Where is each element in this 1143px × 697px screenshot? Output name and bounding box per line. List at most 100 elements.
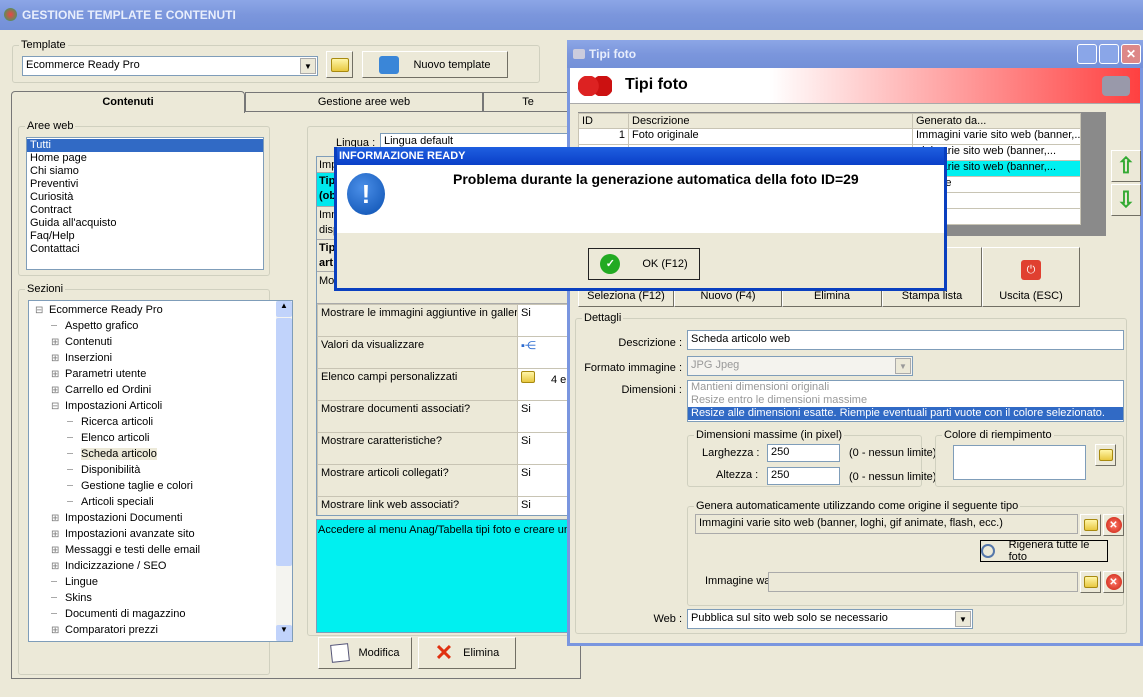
larghezza-input[interactable]: 250	[767, 444, 840, 462]
modifica-button[interactable]: Modifica	[318, 637, 412, 669]
column-header[interactable]: Generato da...	[912, 113, 1081, 129]
tab-gestione-aree-web[interactable]: Gestione aree web	[245, 92, 483, 112]
tree-node[interactable]: ┄ Gestione taglie e colori	[29, 478, 292, 494]
tree-node[interactable]: ⊞ Contenuti	[29, 334, 292, 350]
web-select[interactable]: Pubblica sul sito web solo se necessario…	[687, 609, 973, 629]
aree-web-item[interactable]: Chi siamo	[27, 165, 263, 178]
grid-row[interactable]: Mostrare link web associati? Si	[317, 496, 571, 515]
watermark-field[interactable]	[768, 572, 1078, 592]
tree-node[interactable]: ⊞ Inserzioni	[29, 350, 292, 366]
tipi-foto-heading: Tipi foto	[625, 76, 688, 93]
tree-node[interactable]: ┄ Disponibilità	[29, 462, 292, 478]
expand-icon[interactable]: ⊞	[51, 543, 65, 559]
template-select[interactable]: Ecommerce Ready Pro ▼	[22, 56, 318, 76]
grid-row[interactable]: Mostrare documenti associati? Si	[317, 400, 571, 433]
watermark-folder-button[interactable]	[1080, 571, 1101, 593]
tree-node[interactable]: ┄ Aspetto grafico	[29, 318, 292, 334]
open-template-button[interactable]	[326, 51, 353, 78]
tree-node[interactable]: ┄ Documenti di magazzino	[29, 606, 292, 622]
tree-node[interactable]: ┄ Elenco articoli	[29, 430, 292, 446]
aree-web-item[interactable]: Faq/Help	[27, 230, 263, 243]
expand-icon[interactable]: ⊞	[51, 623, 65, 639]
descrizione-input[interactable]: Scheda articolo web	[687, 330, 1124, 350]
new-template-button[interactable]: Nuovo template	[362, 51, 508, 78]
scroll-thumb[interactable]	[276, 318, 292, 566]
move-down-button[interactable]: ⇩	[1111, 184, 1141, 216]
tree-node[interactable]: ⊟ Ecommerce Ready Pro	[29, 302, 292, 318]
grid-value[interactable]: Si	[517, 432, 571, 465]
tree-node[interactable]: ┄ Scheda articolo	[29, 446, 292, 462]
scroll-down-icon[interactable]: ▼	[276, 625, 292, 641]
aree-web-list[interactable]: Tutti Home page Chi siamo Preventivi Curiosi…	[26, 137, 264, 270]
tab-contenuti[interactable]: Contenuti	[11, 91, 245, 113]
tipi-row[interactable]: 1 Foto originale Immagini varie sito web (…	[578, 128, 1081, 145]
grid-value[interactable]: Si	[517, 464, 571, 497]
tree-node[interactable]: ┄ Skins	[29, 590, 292, 606]
tree-node[interactable]: ┄ Articoli speciali	[29, 494, 292, 510]
tree-node[interactable]: ⊞ Impostazioni avanzate sito	[29, 526, 292, 542]
aree-web-item[interactable]: Contract	[27, 204, 263, 217]
column-header[interactable]: Descrizione	[628, 113, 913, 129]
collapse-icon[interactable]: ⊟	[35, 303, 49, 319]
sezioni-tree[interactable]: ⊟ Ecommerce Ready Pro ┄ Aspetto grafico ⊞ Con…	[28, 300, 293, 642]
aree-web-item[interactable]: Curiosità	[27, 191, 263, 204]
ok-button[interactable]: ✓ OK (F12)	[588, 248, 700, 280]
tab-other[interactable]: Te	[483, 92, 573, 112]
grid-value[interactable]: Si	[517, 304, 571, 337]
tree-node[interactable]: ⊞ Impostazioni Documenti	[29, 510, 292, 526]
grid-value[interactable]: Si	[517, 496, 571, 515]
close-button[interactable]: ✕	[1121, 44, 1141, 64]
tree-node[interactable]: ┄ Lingue	[29, 574, 292, 590]
dimensioni-option[interactable]: Mantieni dimensioni originali	[688, 381, 1123, 394]
colore-box[interactable]	[953, 445, 1086, 480]
expand-icon[interactable]: ⊞	[51, 351, 65, 367]
tree-node[interactable]: ⊞ Comparatori prezzi	[29, 622, 292, 638]
grid-value[interactable]: ▪⋲	[517, 336, 571, 369]
expand-icon[interactable]: ⊞	[51, 335, 65, 351]
rigenera-button[interactable]: Rigenera tutte le foto	[980, 539, 1108, 563]
grid-row[interactable]: Mostrare articoli collegati? Si	[317, 464, 571, 497]
tree-node[interactable]: ⊞ Messaggi e testi delle email	[29, 542, 292, 558]
expand-icon[interactable]: ⊞	[51, 527, 65, 543]
expand-icon[interactable]: ⊞	[51, 559, 65, 575]
aree-web-item[interactable]: Tutti	[27, 139, 263, 152]
collapse-icon[interactable]: ⊟	[51, 399, 65, 415]
genera-folder-button[interactable]	[1080, 514, 1101, 536]
move-up-button[interactable]: ⇧	[1111, 150, 1141, 182]
formato-select[interactable]: JPG Jpeg ▼	[687, 356, 913, 376]
minimize-button[interactable]	[1077, 44, 1097, 64]
tree-node[interactable]: ┄ Ricerca articoli	[29, 414, 292, 430]
watermark-clear-button[interactable]: ✕	[1103, 571, 1124, 593]
expand-icon[interactable]: ⊞	[51, 367, 65, 383]
grid-row[interactable]: Mostrare le immagini aggiuntive in galle…	[317, 304, 571, 337]
grid-row[interactable]: Mostrare caratteristiche? Si	[317, 432, 571, 465]
tree-node[interactable]: ⊞ Indicizzazione / SEO	[29, 558, 292, 574]
tree-node[interactable]: ⊞ Parametri utente	[29, 366, 292, 382]
aree-web-item[interactable]: Contattaci	[27, 243, 263, 256]
aree-web-item[interactable]: Preventivi	[27, 178, 263, 191]
grid-value[interactable]: 4 el	[517, 368, 571, 401]
tree-node[interactable]: ⊞ Carrello ed Ordini	[29, 382, 292, 398]
tipi-button-uscita-esc[interactable]: ⏻ Uscita (ESC)	[982, 247, 1080, 307]
tree-node[interactable]: ⊟ Impostazioni Articoli	[29, 398, 292, 414]
genera-clear-button[interactable]: ✕	[1103, 514, 1124, 536]
colore-folder-button[interactable]	[1095, 444, 1116, 466]
altezza-input[interactable]: 250	[767, 467, 840, 485]
expand-icon[interactable]: ⊞	[51, 383, 65, 399]
aree-web-item[interactable]: Guida all'acquisto	[27, 217, 263, 230]
grid-row[interactable]: Valori da visualizzare ▪⋲	[317, 336, 571, 369]
scroll-up-icon[interactable]: ▲	[276, 301, 292, 317]
tree-scrollbar[interactable]: ▲ ▼	[276, 301, 292, 641]
dimensioni-list[interactable]: Mantieni dimensioni originali Resize entr…	[687, 380, 1124, 422]
expand-icon[interactable]: ⊞	[51, 511, 65, 527]
genera-field[interactable]: Immagini varie sito web (banner, loghi, …	[695, 514, 1078, 534]
grid-value[interactable]: Si	[517, 400, 571, 433]
maximize-button[interactable]	[1099, 44, 1119, 64]
tree-line: ┄	[67, 417, 74, 428]
dimensioni-option[interactable]: Resize alle dimensioni esatte. Riempie e…	[688, 407, 1123, 420]
elimina-button[interactable]: ✕ Elimina	[418, 637, 516, 669]
aree-web-item[interactable]: Home page	[27, 152, 263, 165]
dimensioni-option[interactable]: Resize entro le dimensioni massime	[688, 394, 1123, 407]
grid-row[interactable]: Elenco campi personalizzati 4 el	[317, 368, 571, 401]
column-header[interactable]: ID	[578, 113, 629, 129]
